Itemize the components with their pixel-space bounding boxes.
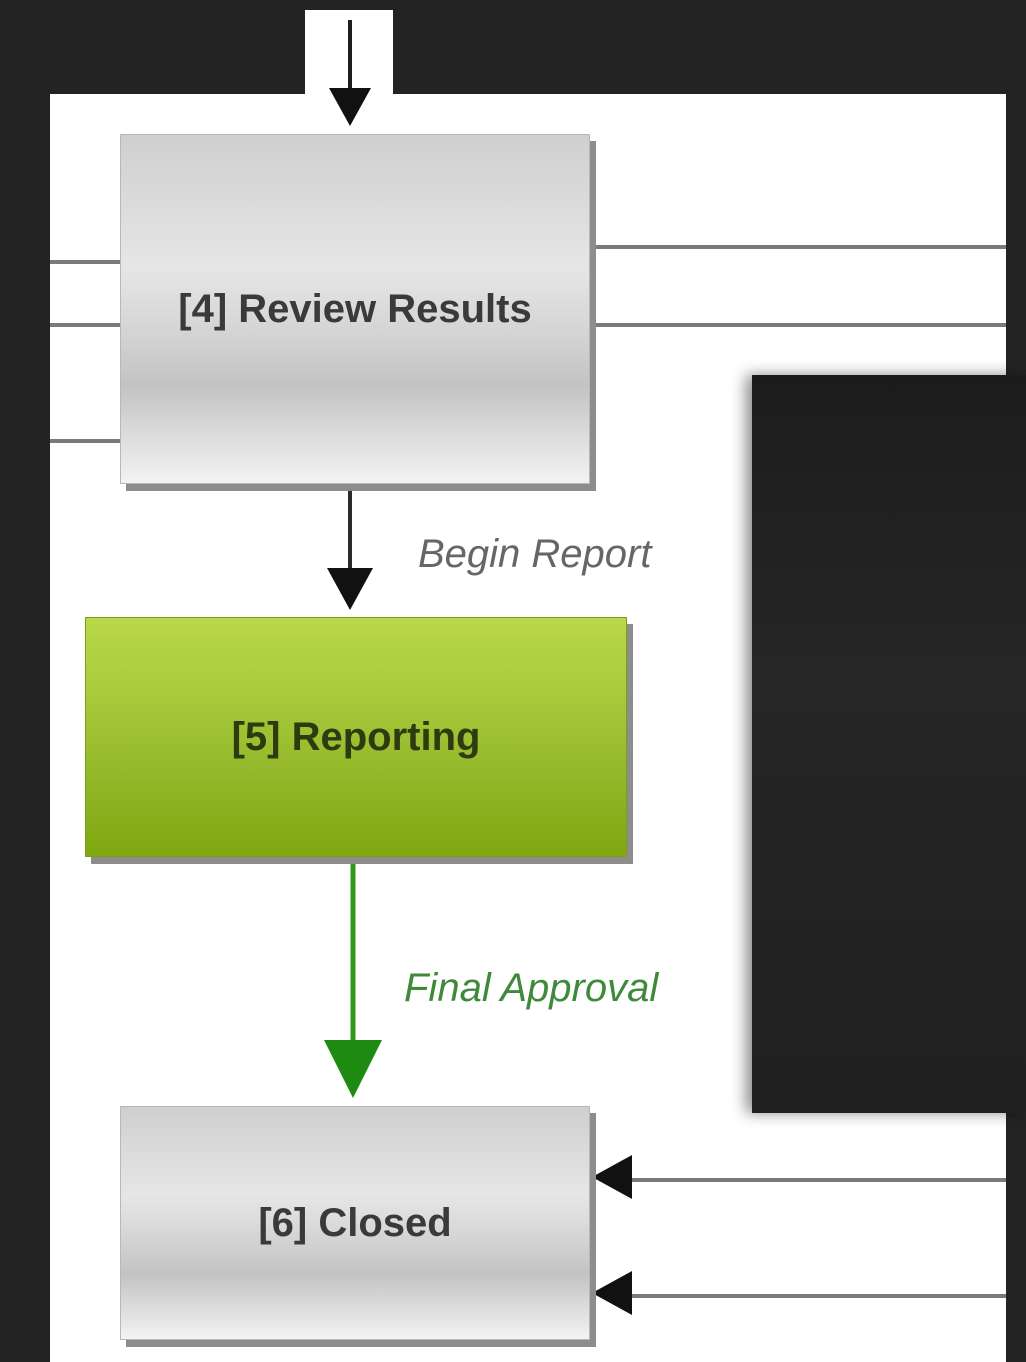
overlay-dark-region [752, 375, 1026, 1113]
final-approval-arrowhead [324, 1040, 382, 1098]
edge-label-final-approval: Final Approval [404, 966, 659, 1010]
node-reporting-label: [5] Reporting [231, 714, 481, 759]
begin-report-arrowhead [327, 568, 373, 610]
workflow-canvas: [4] Review Results Begin Report [5] Repo… [0, 0, 1026, 1362]
node-closed[interactable]: [6] Closed [120, 1106, 590, 1340]
closed-incoming-arrowhead-1 [592, 1155, 632, 1199]
node-review-results-label: [4] Review Results [178, 286, 532, 331]
node-review-results[interactable]: [4] Review Results [120, 134, 590, 484]
closed-incoming-arrowhead-2 [592, 1271, 632, 1315]
node-reporting[interactable]: [5] Reporting [85, 617, 627, 857]
top-incoming-arrowhead [329, 88, 371, 126]
edge-label-begin-report: Begin Report [418, 532, 652, 576]
node-closed-label: [6] Closed [258, 1200, 452, 1245]
